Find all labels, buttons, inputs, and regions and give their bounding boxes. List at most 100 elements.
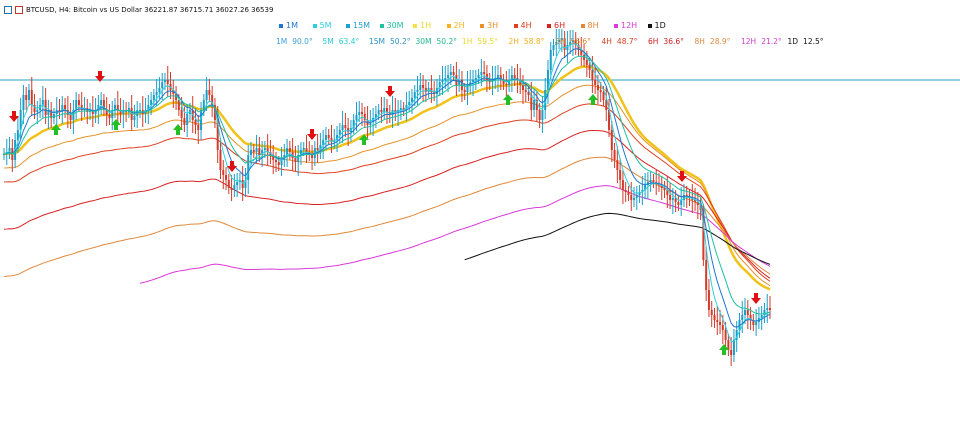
chart-window-icon[interactable] [4,6,12,14]
timeframe-2h: 2H [446,21,481,30]
candle-body [324,135,327,140]
candle-body [652,180,655,182]
angle-value: 12.5° [803,37,824,46]
angle-1d: 1D 12.5° [788,37,835,46]
candle-body [208,90,211,95]
candle-body [444,78,447,80]
down-arrow-icon [385,86,395,97]
candle-body [477,75,480,78]
candle-body [707,290,710,310]
timeframe-8h: 8H [580,21,615,30]
candle-body [541,110,544,120]
candle-body [236,182,239,185]
candle-body [538,110,541,120]
candle-body [263,148,266,150]
timeframe-label: 1M [286,21,298,30]
candle-body [194,120,197,125]
angle-timeframe-label: 1D [787,37,799,46]
candle-body [455,75,458,85]
candle-body [583,55,586,60]
candle-body [180,110,183,118]
angle-timeframe-label: 4H [601,37,612,46]
candle-body [205,90,208,100]
candle-body [710,310,713,315]
candle-body [524,90,527,92]
angle-12h: 12H 21.2° [741,37,788,46]
timeframe-15m: 15M [346,21,380,30]
chart-type-icon[interactable] [15,6,23,14]
angle-value: 90.0° [292,37,313,46]
angle-value: 50.2° [390,37,411,46]
candle-body [744,310,747,315]
timeframe-color-swatch [446,23,451,28]
candle-body [186,114,189,125]
candle-body [377,110,380,114]
candle-body [108,115,111,118]
timeframe-label: 1H [420,21,432,30]
candle-body [327,135,330,138]
timeframe-label: 6H [554,21,566,30]
timeframe-label: 1D [654,21,666,30]
candle-body [280,160,283,165]
candle-body [138,110,141,111]
candle-body [621,180,624,190]
angle-timeframe-label: 1H [462,37,473,46]
candle-body [77,100,80,105]
candle-body [616,160,619,170]
candle-body [161,82,164,88]
ema-line-6h [3,129,771,279]
candle-body [294,158,297,162]
candle-body [361,112,364,114]
candle-body [22,95,25,110]
candle-body [230,188,233,190]
timeframe-color-swatch [614,23,618,28]
candle-body [635,195,638,198]
angle-1m: 1M 90.0° [276,37,323,46]
candle-body [416,90,419,92]
candle-body [286,148,289,155]
timeframe-color-swatch [279,23,283,28]
fast-average-lines [3,42,771,343]
candle-body [386,108,388,112]
candle-body [549,50,552,70]
candle-body [627,192,630,195]
candle-body [521,85,524,90]
candle-body [419,85,422,90]
candle-body [410,98,413,102]
fast-average-line [3,48,771,328]
timeframe-color-swatch [580,23,585,28]
candle-body [505,84,508,85]
candle-body [252,150,255,152]
ema-line-1d [464,212,771,265]
candle-body [341,125,344,130]
candle-body [746,310,749,315]
timeframe-legend: 1M 5M 15M 30M 1H 2H 3H 4H 6H 8H 12H 1D [279,21,681,30]
angle-2h: 2H 58.8° [509,37,556,46]
candle-body [447,75,450,78]
candle-body [227,180,230,188]
down-arrow-icon [307,129,317,140]
candle-body [630,195,633,200]
timeframe-30m: 30M [379,21,414,30]
candle-body [483,72,486,74]
ema-line-8h [3,156,771,277]
angle-value: 48.7° [616,37,638,46]
angle-timeframe-label: 30M [415,37,432,46]
candle-body [222,170,225,175]
candle-body [274,160,277,162]
candle-body [755,322,758,325]
angle-timeframe-label: 1M [276,37,288,46]
timeframe-1h: 1H [413,21,447,30]
angle-8h: 8H 28.9° [695,37,742,46]
angle-value: 28.9° [709,37,731,46]
candle-body [316,148,319,150]
timeframe-color-swatch [647,23,652,28]
candle-body [585,60,588,65]
chart-header: BTCUSD, H4: Bitcoin vs US Dollar 36221.8… [4,6,273,14]
candle-body [305,148,308,152]
candle-body [472,80,475,82]
angle-3h: 3H 56.6° [555,37,602,46]
candle-body [36,110,39,112]
candle-body [380,110,383,112]
candle-body [721,325,724,330]
